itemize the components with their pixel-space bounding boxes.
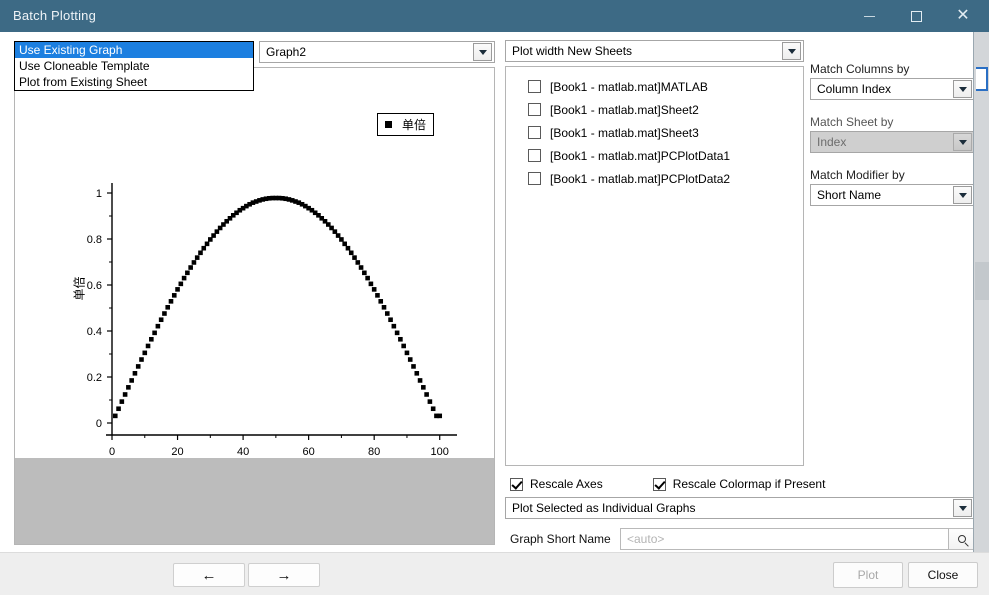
sheet-list: [Book1 - matlab.mat]MATLAB [Book1 - matl…: [505, 66, 804, 466]
maximize-button[interactable]: [893, 0, 939, 32]
preview-empty-area: [15, 458, 494, 544]
dialog-vertical-scrollbar[interactable]: [973, 32, 989, 552]
match-modifier-block: Match Modifier by Short Name: [810, 168, 975, 206]
graph-short-name-placeholder: <auto>: [627, 532, 665, 546]
plot-mode-combo[interactable]: Plot Selected as Individual Graphs: [505, 497, 975, 519]
sheet-label: [Book1 - matlab.mat]MATLAB: [550, 79, 708, 94]
scrollbar-thumb[interactable]: [975, 262, 989, 300]
dropdown-option-plot-from-existing-sheet[interactable]: Plot from Existing Sheet: [15, 74, 253, 90]
dialog-body: Use Existing Graph Use Cloneable Templat…: [0, 32, 989, 581]
match-sheet-combo: Index: [810, 131, 975, 153]
match-sheet-value: Index: [817, 135, 847, 149]
rescale-colormap-label: Rescale Colormap if Present: [672, 477, 826, 491]
graph-select-combo[interactable]: Graph2: [259, 41, 495, 63]
chevron-down-icon[interactable]: [782, 42, 801, 60]
dropdown-option-use-cloneable-template[interactable]: Use Cloneable Template: [15, 58, 253, 74]
svg-text:40: 40: [237, 446, 249, 458]
plot-mode-value: Plot Selected as Individual Graphs: [512, 501, 696, 515]
graph-short-name-row: Graph Short Name <auto>: [510, 527, 975, 551]
preview-canvas: 单倍 00.20.40.60.81020406080100 单倍 序号: [15, 68, 494, 480]
batch-plotting-dialog: Batch Plotting ✕ Use Existing Graph Use …: [0, 0, 989, 595]
rescale-options-row: Rescale Axes Rescale Colormap if Present: [510, 477, 980, 491]
previous-button[interactable]: ←: [173, 563, 245, 587]
graph-preview-panel: 单倍 00.20.40.60.81020406080100 单倍 序号: [14, 67, 495, 545]
chevron-down-icon[interactable]: [473, 43, 492, 61]
close-button[interactable]: Close: [908, 562, 978, 588]
svg-text:0.2: 0.2: [87, 372, 102, 384]
list-item[interactable]: [Book1 - matlab.mat]MATLAB: [506, 75, 803, 98]
window-title: Batch Plotting: [13, 8, 97, 23]
sheet-label: [Book1 - matlab.mat]PCPlotData2: [550, 171, 731, 186]
svg-text:0: 0: [109, 446, 115, 458]
chevron-down-icon: [953, 133, 972, 151]
svg-text:0.4: 0.4: [87, 326, 102, 338]
match-modifier-label: Match Modifier by: [810, 168, 905, 182]
rescale-axes-checkbox[interactable]: [510, 477, 523, 491]
graph-short-name-browse-button[interactable]: [949, 528, 975, 550]
svg-text:80: 80: [368, 446, 380, 458]
sheet-checkbox[interactable]: [528, 103, 541, 116]
next-button[interactable]: →: [248, 563, 320, 587]
left-panel: Use Existing Graph Use Cloneable Templat…: [8, 37, 495, 545]
preview-chart: 0 0.2 0.4 0.6 0.8 1 0 20 40 60 80 100: [87, 183, 457, 458]
chevron-down-icon[interactable]: [953, 499, 972, 517]
match-columns-combo[interactable]: Column Index: [810, 78, 975, 100]
sheet-checkbox[interactable]: [528, 149, 541, 162]
graph-short-name-label: Graph Short Name: [510, 532, 611, 546]
list-item[interactable]: [Book1 - matlab.mat]Sheet2: [506, 98, 803, 121]
list-item[interactable]: [Book1 - matlab.mat]PCPlotData1: [506, 144, 803, 167]
rescale-colormap-checkbox[interactable]: [652, 477, 666, 491]
match-columns-value: Column Index: [817, 82, 892, 96]
sheet-mode-value: Plot width New Sheets: [512, 44, 633, 58]
graph-select-value: Graph2: [266, 45, 307, 59]
dropdown-option-use-existing-graph[interactable]: Use Existing Graph: [15, 42, 253, 58]
chevron-down-icon[interactable]: [953, 186, 972, 204]
svg-text:100: 100: [431, 446, 449, 458]
list-item[interactable]: [Book1 - matlab.mat]Sheet3: [506, 121, 803, 144]
match-sheet-block: Match Sheet by Index: [810, 115, 975, 153]
svg-text:0.6: 0.6: [87, 280, 102, 292]
match-options-group: Match Columns by Column Index Match Shee…: [810, 62, 975, 221]
right-panel: Plot width New Sheets [Book1 - matlab.ma…: [502, 37, 982, 581]
maximize-icon: [910, 10, 922, 22]
match-modifier-combo[interactable]: Short Name: [810, 184, 975, 206]
match-columns-label: Match Columns by: [810, 62, 910, 76]
minimize-icon: [863, 15, 875, 17]
match-modifier-value: Short Name: [817, 188, 882, 202]
match-sheet-label: Match Sheet by: [810, 115, 894, 129]
match-columns-block: Match Columns by Column Index: [810, 62, 975, 100]
sheet-checkbox[interactable]: [528, 80, 541, 93]
plot-button[interactable]: Plot: [833, 562, 903, 588]
svg-text:20: 20: [171, 446, 183, 458]
footer-bar: ← → https://blog.csdn.net/Temmie1024 Plo…: [0, 552, 989, 595]
minimize-button[interactable]: [846, 0, 892, 32]
search-icon: [957, 535, 966, 543]
window-title-bar: Batch Plotting ✕: [0, 0, 989, 32]
rescale-axes-label: Rescale Axes: [530, 477, 603, 491]
sheet-label: [Book1 - matlab.mat]Sheet2: [550, 102, 699, 117]
sheet-checkbox[interactable]: [528, 172, 541, 185]
sheet-label: [Book1 - matlab.mat]PCPlotData1: [550, 148, 731, 163]
list-item[interactable]: [Book1 - matlab.mat]PCPlotData2: [506, 167, 803, 190]
svg-text:60: 60: [303, 446, 315, 458]
scrollbar-focus-marker: [976, 67, 988, 91]
chevron-down-icon[interactable]: [953, 80, 972, 98]
close-icon: ✕: [956, 7, 970, 24]
plot-source-dropdown-list[interactable]: Use Existing Graph Use Cloneable Templat…: [14, 41, 254, 91]
svg-text:1: 1: [96, 188, 102, 200]
sheet-label: [Book1 - matlab.mat]Sheet3: [550, 125, 699, 140]
sheet-mode-combo[interactable]: Plot width New Sheets: [505, 40, 804, 62]
graph-short-name-input[interactable]: <auto>: [620, 528, 949, 550]
chart-y-axis-label: 单倍: [72, 276, 87, 301]
close-window-button[interactable]: ✕: [940, 0, 986, 32]
svg-text:0: 0: [96, 418, 102, 430]
sheet-checkbox[interactable]: [528, 126, 541, 139]
svg-text:0.8: 0.8: [87, 234, 102, 246]
